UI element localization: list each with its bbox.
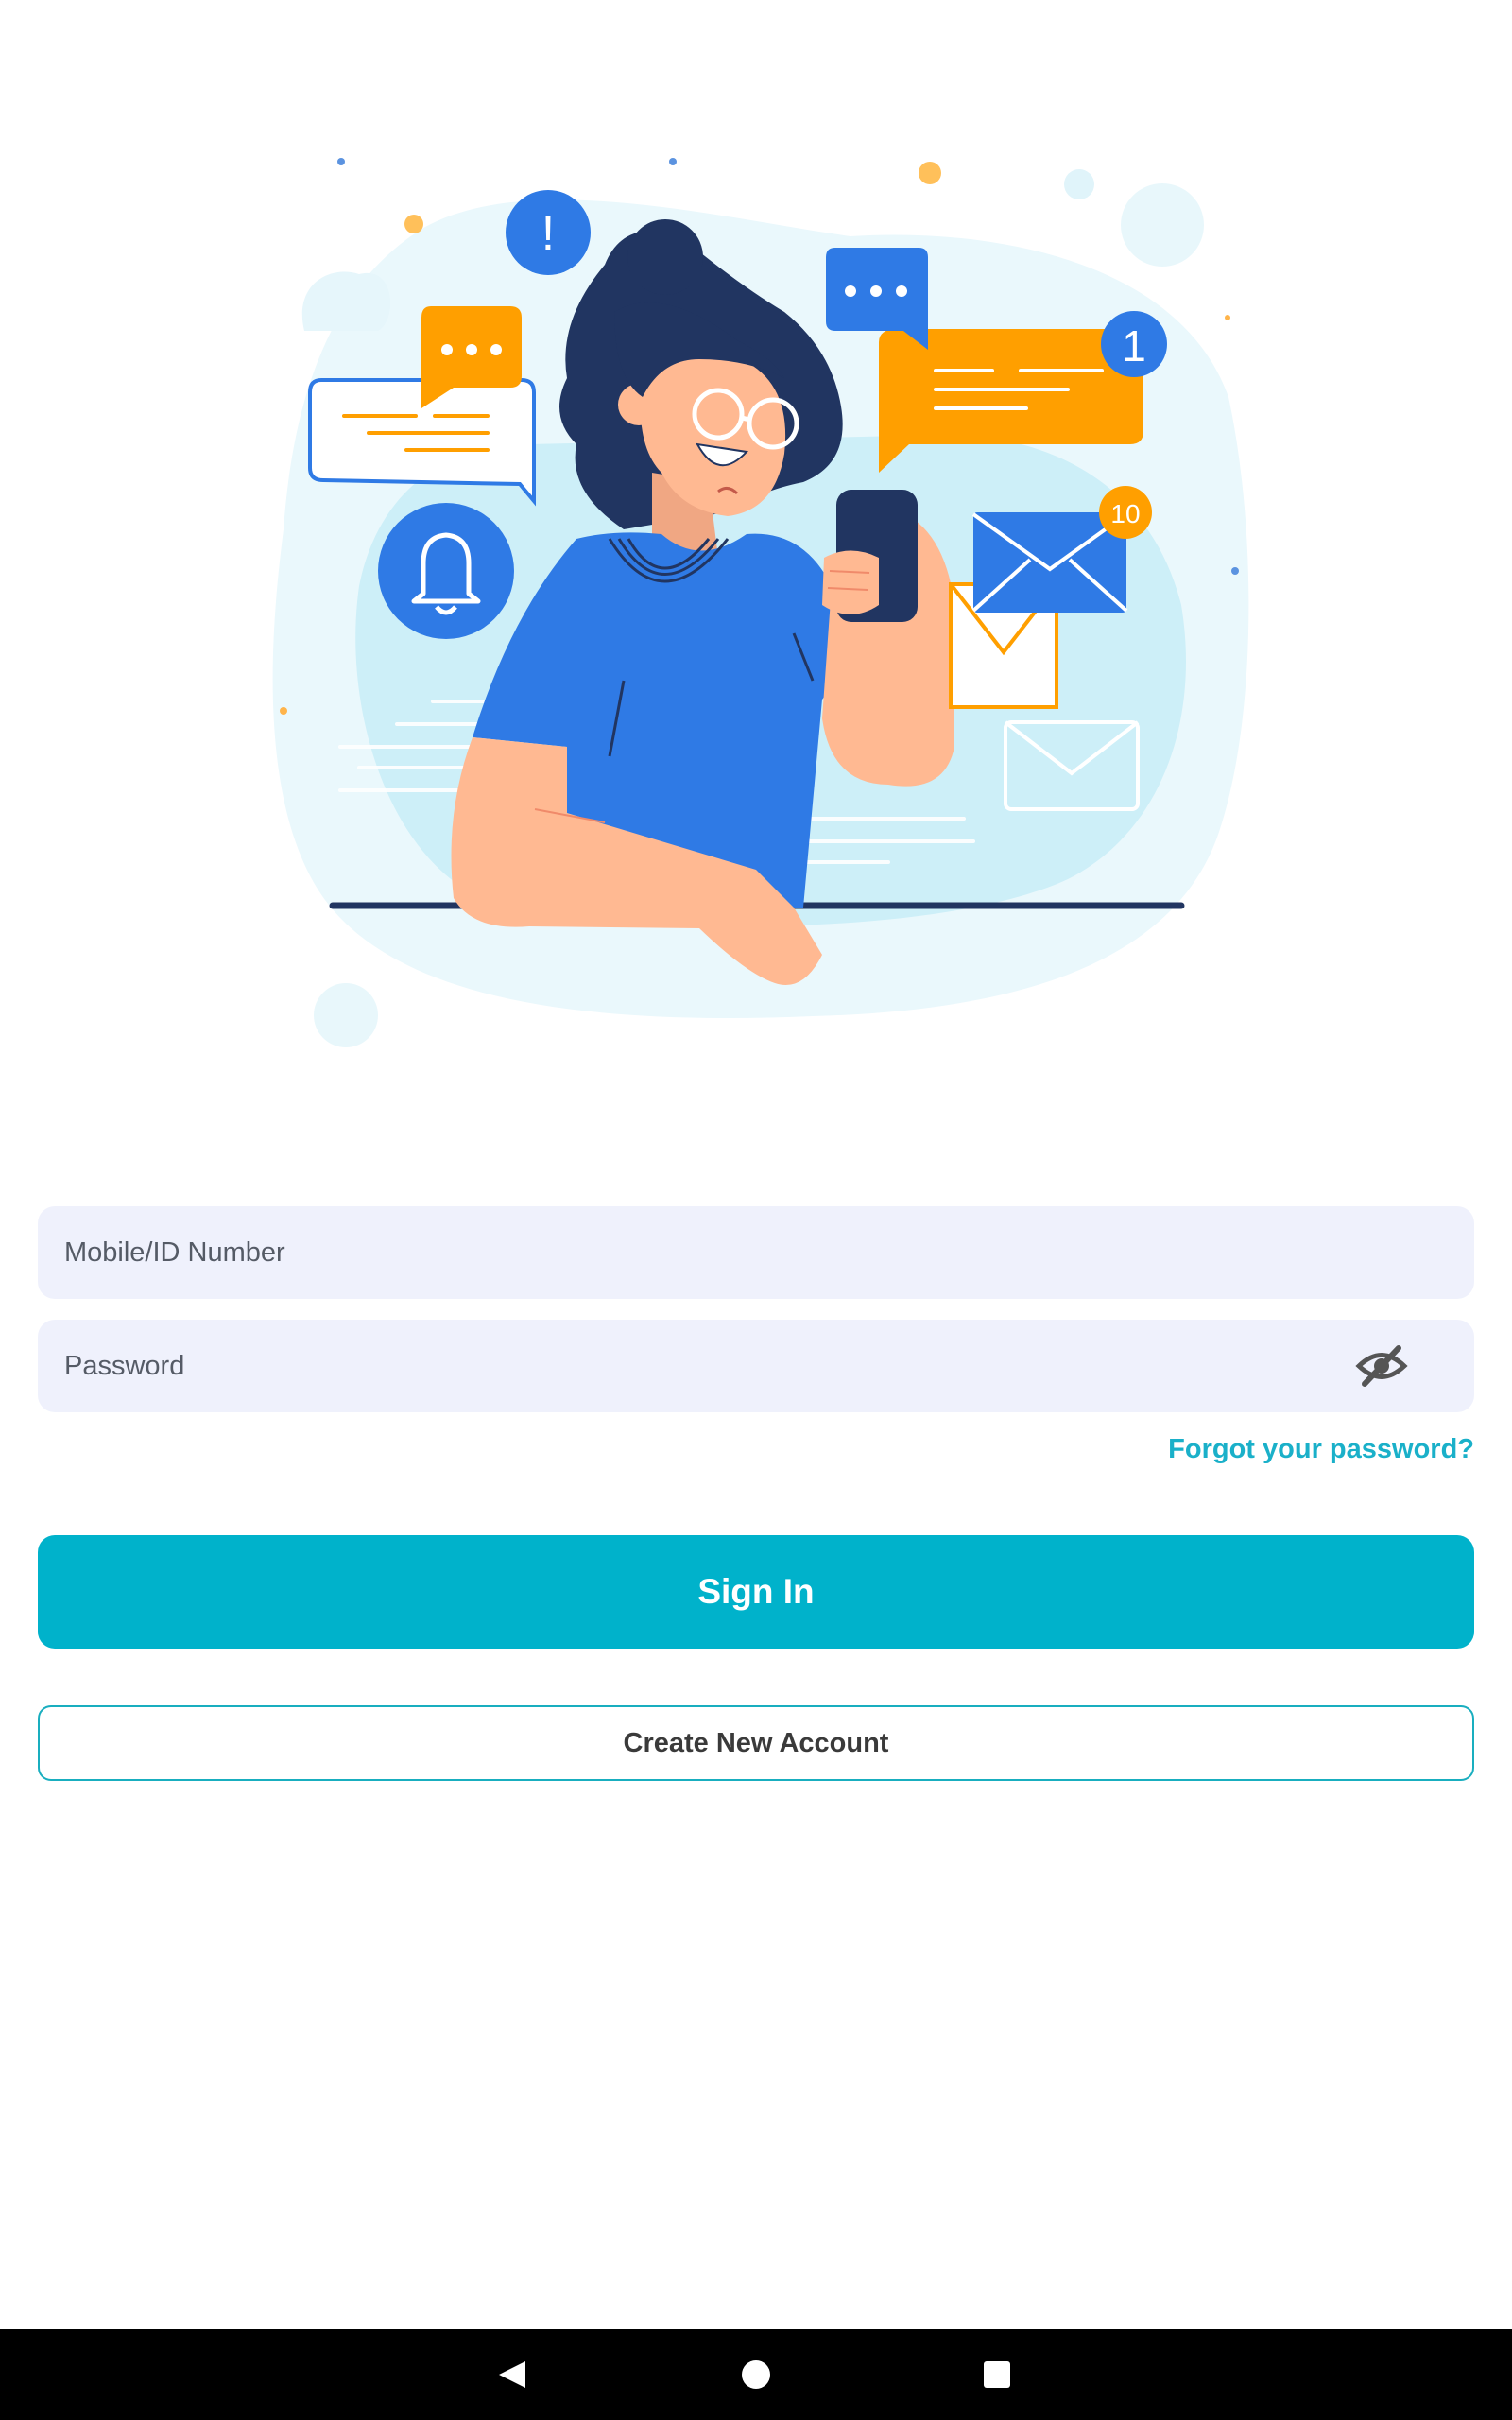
- blue-envelope-icon: [971, 512, 1128, 613]
- deco-dot: [1225, 315, 1230, 320]
- eye-slash-icon[interactable]: [1355, 1342, 1408, 1390]
- password-field[interactable]: [38, 1320, 1474, 1412]
- bell-icon: [378, 503, 514, 639]
- deco-dot: [404, 215, 423, 233]
- back-triangle-icon[interactable]: [455, 2329, 569, 2420]
- mobile-id-field[interactable]: [38, 1206, 1474, 1299]
- deco-dot: [337, 158, 345, 165]
- system-navigation-bar: [0, 2329, 1512, 2420]
- deco-dot: [314, 983, 378, 1047]
- svg-text:10: 10: [1110, 499, 1140, 528]
- deco-dot: [1231, 567, 1239, 575]
- deco-dot: [1064, 169, 1094, 199]
- deco-cloud: [301, 271, 391, 331]
- mobile-id-input[interactable]: [38, 1206, 1474, 1299]
- create-account-label: Create New Account: [623, 1727, 889, 1758]
- deco-dot: [280, 707, 287, 715]
- svg-text:!: !: [541, 206, 555, 261]
- svg-text:1: 1: [1122, 321, 1146, 371]
- password-input[interactable]: [38, 1320, 1474, 1412]
- deco-dot: [669, 158, 677, 165]
- deco-dot: [919, 162, 941, 184]
- sign-in-label: Sign In: [697, 1572, 815, 1611]
- login-illustration: ! 1 10: [0, 0, 1512, 1134]
- sign-in-button[interactable]: Sign In: [38, 1535, 1474, 1649]
- recents-square-icon[interactable]: [940, 2329, 1054, 2420]
- deco-dot: [1121, 183, 1204, 267]
- home-circle-icon[interactable]: [699, 2329, 813, 2420]
- create-account-button[interactable]: Create New Account: [38, 1705, 1474, 1781]
- forgot-password-link[interactable]: Forgot your password?: [1168, 1434, 1474, 1465]
